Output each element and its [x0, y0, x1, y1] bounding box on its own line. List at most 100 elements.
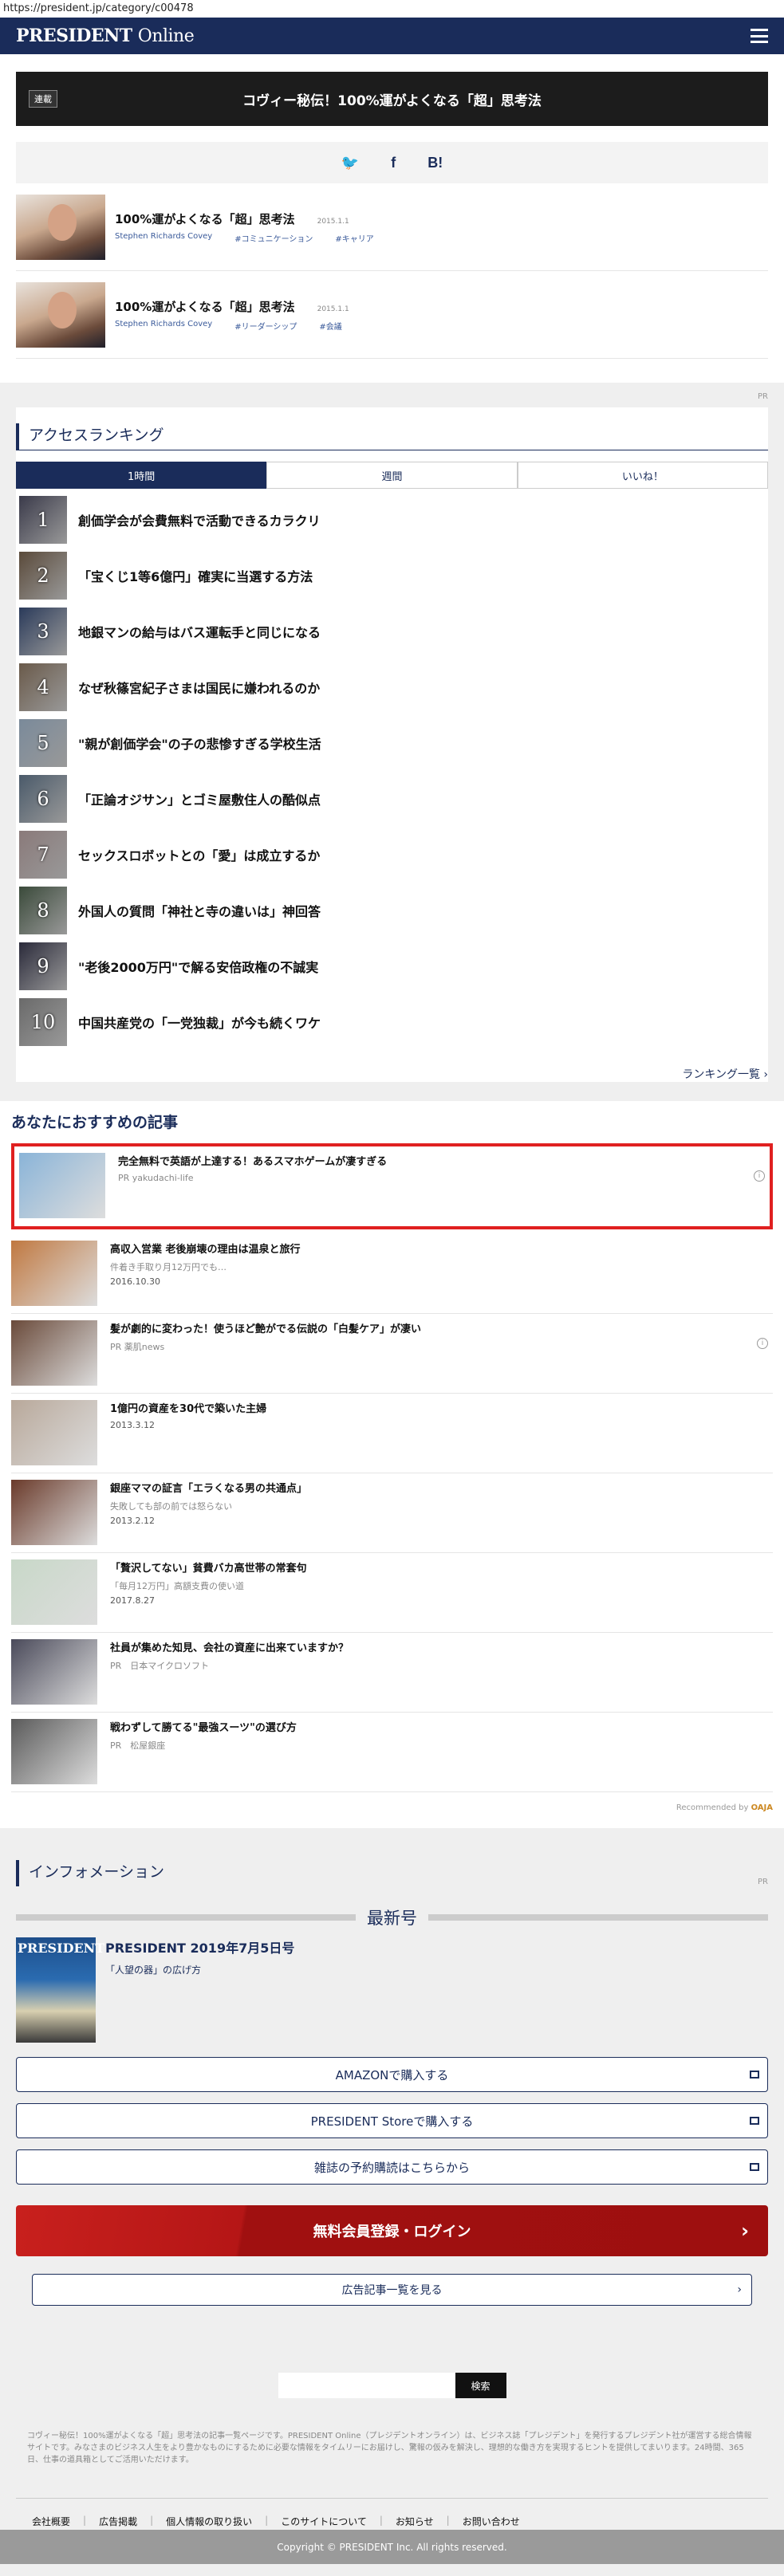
- ranking-item[interactable]: 5 "親が創価学会"の子の悲惨すぎる学校生活: [16, 715, 768, 771]
- tab-1hour[interactable]: 1時間: [16, 462, 267, 489]
- search-form: 検索: [16, 2373, 768, 2398]
- recommend-item[interactable]: 「贅沢してない」貧費バカ高世帯の常套句 「毎月12万円」高額支費の使い道 201…: [11, 1553, 773, 1633]
- menu-icon[interactable]: [751, 29, 768, 43]
- footer-link[interactable]: お問い合わせ: [463, 2515, 520, 2528]
- series-article[interactable]: 100%運がよくなる「超」思考法 2015.1.1 Stephen Richar…: [16, 183, 768, 271]
- ad-list-button[interactable]: 広告記事一覧を見る ›: [32, 2274, 752, 2306]
- series-article-list: 100%運がよくなる「超」思考法 2015.1.1 Stephen Richar…: [16, 183, 768, 359]
- subscription-button[interactable]: 雑誌の予約購読はこちらから: [16, 2149, 768, 2185]
- ranking-item[interactable]: 1 創価学会が会費無料で活動できるカラクリ: [16, 492, 768, 548]
- recommend-item[interactable]: 社員が集めた知見、会社の資産に出来ていますか？ PR 日本マイクロソフト: [11, 1633, 773, 1713]
- recommend-item[interactable]: 高収入営業 老後崩壊の理由は温泉と旅行 件着き手取り月12万円でも… 2016.…: [11, 1234, 773, 1314]
- ranking-thumbnail: 7: [19, 831, 67, 879]
- ranking-item[interactable]: 7 セックスロボットとの「愛」は成立するか: [16, 827, 768, 883]
- login-button[interactable]: 無料会員登録・ログイン ›: [16, 2205, 768, 2256]
- logo-main: PRESIDENT: [16, 26, 132, 46]
- footer-link[interactable]: 広告掲載: [99, 2515, 137, 2528]
- pr-label: PR: [758, 392, 768, 401]
- information-title: インフォメーション: [16, 1860, 750, 1886]
- recommend-item[interactable]: 銀座ママの証言「エラくなる男の共通点」 失敗しても部の前では怒らない 2013.…: [11, 1473, 773, 1553]
- info-icon[interactable]: i: [757, 1338, 768, 1349]
- ranking-thumbnail: 10: [19, 998, 67, 1046]
- magazine-subtitle: 「人望の器」の広げ方: [105, 1964, 202, 1976]
- ranking-item[interactable]: 3 地銀マンの給与はバス運転手と同じになる: [16, 604, 768, 659]
- latest-issue-heading: 最新号: [16, 1905, 768, 1929]
- article-title[interactable]: 100%運がよくなる「超」思考法: [115, 210, 295, 227]
- recommend-title[interactable]: 高収入営業 老後崩壊の理由は温泉と旅行: [110, 1241, 301, 1256]
- url-bar: https://president.jp/category/c00478: [0, 0, 784, 18]
- ranking-title-text[interactable]: 「正論オジサン」とゴミ屋敷住人の酷似点: [78, 789, 321, 808]
- tab-likes[interactable]: いいね！: [517, 462, 768, 489]
- author-photo: [16, 281, 105, 348]
- copyright: Copyright © PRESIDENT Inc. All rights re…: [0, 2530, 784, 2564]
- access-ranking: アクセスランキング 1時間 週間 いいね！ 1 創価学会が会費無料で活動できるカ…: [16, 407, 768, 1082]
- recommend-section: あなたにおすすめの記事 完全無料で英語が上達する！あるスマホゲームが凄すぎる P…: [0, 1101, 784, 1792]
- article-title[interactable]: 100%運がよくなる「超」思考法: [115, 298, 295, 315]
- recommended-brand[interactable]: OAJA: [751, 1803, 773, 1812]
- ranking-item[interactable]: 9 "老後2000万円"で解る安倍政権の不誠実: [16, 938, 768, 994]
- recommend-item[interactable]: 1億円の資産を30代で築いた主婦 2013.3.12: [11, 1394, 773, 1473]
- hatena-icon[interactable]: B!: [427, 155, 443, 171]
- recommend-title[interactable]: 銀座ママの証言「エラくなる男の共通点」: [110, 1480, 307, 1495]
- magazine-cover[interactable]: PRESIDENT: [16, 1937, 104, 2043]
- site-logo[interactable]: PRESIDENT Online: [16, 26, 195, 46]
- twitter-icon[interactable]: 🐦: [341, 155, 359, 171]
- footer-link[interactable]: このサイトについて: [281, 2515, 367, 2528]
- ranking-title: アクセスランキング: [16, 423, 768, 450]
- ranking-title-text[interactable]: 創価学会が会費無料で活動できるカラクリ: [78, 510, 321, 529]
- rank-number: 9: [37, 955, 49, 977]
- ranking-item[interactable]: 8 外国人の質問「神社と寺の違いは」神回答: [16, 883, 768, 938]
- recommend-title[interactable]: 「贅沢してない」貧費バカ高世帯の常套句: [110, 1559, 307, 1575]
- ranking-item[interactable]: 6 「正論オジサン」とゴミ屋敷住人の酷似点: [16, 771, 768, 827]
- ranking-title-text[interactable]: なぜ秋篠宮紀子さまは国民に嫌われるのか: [78, 678, 320, 697]
- recommended-by: Recommended by OAJA: [0, 1792, 784, 1828]
- ranking-title-text[interactable]: 中国共産党の「一党独裁」が今も続くワケ: [78, 1013, 321, 1032]
- article-tag[interactable]: #コミュニケーション: [234, 232, 313, 244]
- footer-separator: |: [265, 2515, 269, 2526]
- magazine-title[interactable]: PRESIDENT 2019年7月5日号: [105, 1937, 294, 1957]
- recommend-sub: 「毎月12万円」高額支費の使い道: [110, 1581, 244, 1591]
- store-buy-button[interactable]: PRESIDENT Storeで購入する: [16, 2103, 768, 2138]
- ranking-title-text[interactable]: 地銀マンの給与はバス運転手と同じになる: [78, 622, 321, 641]
- external-link-icon: [750, 2071, 759, 2078]
- recommend-title[interactable]: 1億円の資産を30代で築いた主婦: [110, 1400, 266, 1415]
- article-author[interactable]: Stephen Richards Covey: [115, 232, 212, 244]
- footer-link[interactable]: 会社概要: [32, 2515, 70, 2528]
- footer-link[interactable]: 個人情報の取り扱い: [166, 2515, 252, 2528]
- article-date: 2015.1.1: [317, 217, 349, 226]
- ranking-thumbnail: 5: [19, 719, 67, 767]
- ranking-title-text[interactable]: "老後2000万円"で解る安倍政権の不誠実: [78, 957, 318, 976]
- recommend-item[interactable]: 髪が劇的に変わった！使うほど艶がでる伝説の「白髪ケア」が凄い PR 薬肌news…: [11, 1314, 773, 1394]
- external-link-icon: [750, 2117, 759, 2125]
- article-tag[interactable]: #キャリア: [335, 232, 373, 244]
- recommend-item-highlighted[interactable]: 完全無料で英語が上達する！あるスマホゲームが凄すぎる PR yakudachi-…: [11, 1143, 773, 1229]
- info-icon[interactable]: i: [754, 1170, 765, 1182]
- amazon-buy-button[interactable]: AMAZONで購入する: [16, 2057, 768, 2092]
- ranking-item[interactable]: 4 なぜ秋篠宮紀子さまは国民に嫌われるのか: [16, 659, 768, 715]
- ranking-title-text[interactable]: 外国人の質問「神社と寺の違いは」神回答: [78, 901, 321, 920]
- ranking-title-text[interactable]: セックスロボットとの「愛」は成立するか: [78, 845, 320, 864]
- ranking-more-link[interactable]: ランキング一覧 ›: [16, 1066, 768, 1082]
- search-button[interactable]: 検索: [455, 2373, 506, 2398]
- recommend-title[interactable]: 完全無料で英語が上達する！あるスマホゲームが凄すぎる: [118, 1153, 387, 1168]
- recommend-title[interactable]: 戦わずして勝てる"最強スーツ"の選び方: [110, 1719, 297, 1734]
- search-input[interactable]: [278, 2373, 455, 2398]
- recommend-sub: PR 薬肌news: [110, 1342, 165, 1352]
- ranking-title-text[interactable]: 「宝くじ1等6億円」確実に当選する方法: [78, 566, 313, 585]
- footer-separator: |: [83, 2515, 87, 2526]
- article-tag[interactable]: #リーダーシップ: [234, 320, 297, 332]
- recommend-thumbnail: [19, 1153, 105, 1218]
- recommend-item[interactable]: 戦わずして勝てる"最強スーツ"の選び方 PR 松屋銀座: [11, 1713, 773, 1792]
- ranking-item[interactable]: 10 中国共産党の「一党独裁」が今も続くワケ: [16, 994, 768, 1050]
- recommend-heading: あなたにおすすめの記事: [11, 1114, 179, 1131]
- series-article[interactable]: 100%運がよくなる「超」思考法 2015.1.1 Stephen Richar…: [16, 271, 768, 359]
- tab-weekly[interactable]: 週間: [266, 462, 518, 489]
- recommend-title[interactable]: 社員が集めた知見、会社の資産に出来ていますか？: [110, 1639, 349, 1654]
- ranking-item[interactable]: 2 「宝くじ1等6億円」確実に当選する方法: [16, 548, 768, 604]
- article-tag[interactable]: #会議: [319, 320, 341, 332]
- article-author[interactable]: Stephen Richards Covey: [115, 320, 212, 332]
- ranking-title-text[interactable]: "親が創価学会"の子の悲惨すぎる学校生活: [78, 733, 321, 753]
- facebook-icon[interactable]: f: [391, 155, 396, 171]
- recommend-title[interactable]: 髪が劇的に変わった！使うほど艶がでる伝説の「白髪ケア」が凄い: [110, 1320, 421, 1335]
- footer-link[interactable]: お知らせ: [396, 2515, 434, 2528]
